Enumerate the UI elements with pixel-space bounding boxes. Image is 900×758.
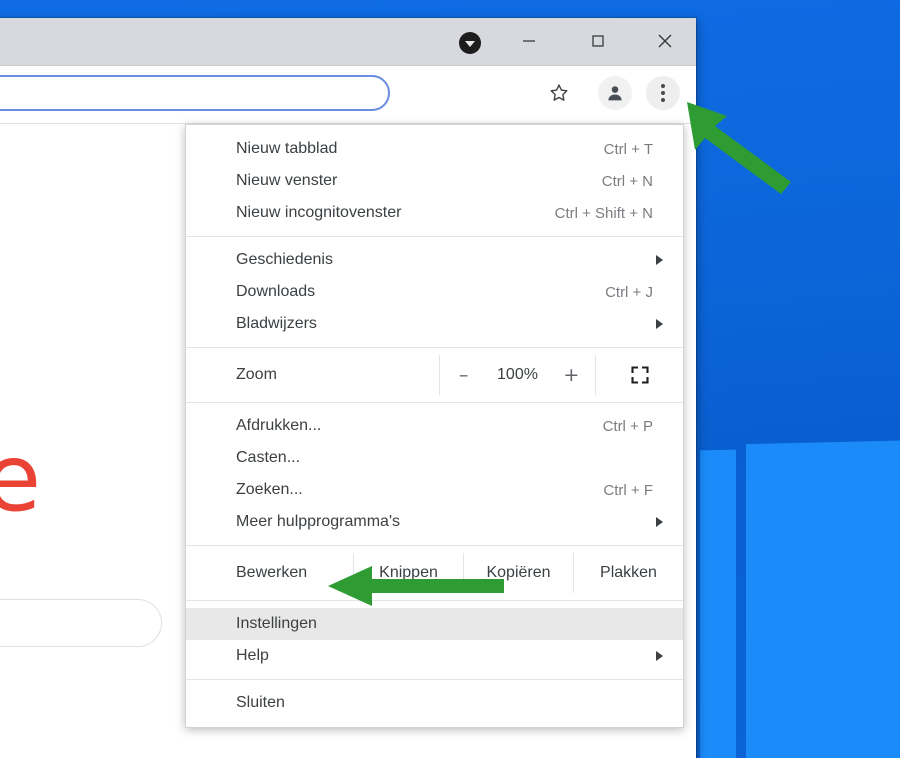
menu-item-label: Instellingen (236, 615, 317, 632)
menu-item-shortcut: Ctrl + N (601, 172, 653, 190)
screen-root: gle + ink to Nieuw tabblad Ctrl + T Nieu… (0, 0, 900, 758)
wallpaper-pane-top-left (700, 449, 736, 758)
bookmark-star-glyph (550, 84, 568, 101)
menu-separator-1 (186, 236, 683, 237)
menu-item-shortcut: Ctrl + Shift + N (554, 204, 653, 222)
three-dot-menu-icon[interactable] (646, 76, 680, 110)
close-button[interactable] (642, 18, 688, 64)
logo-letter-e: e (0, 424, 41, 532)
kebab-dot-2 (661, 91, 665, 95)
menu-item-label: Zoeken... (236, 481, 303, 498)
menu-item-label: Geschiedenis (236, 251, 333, 268)
menu-item-shortcut: Ctrl + J (605, 283, 653, 301)
menu-item-zoeken[interactable]: Zoeken... Ctrl + F (186, 474, 683, 506)
fullscreen-icon (630, 366, 649, 384)
menu-item-nieuw-tabblad[interactable]: Nieuw tabblad Ctrl + T (186, 133, 683, 165)
star-icon[interactable] (545, 79, 573, 107)
menu-item-label: Meer hulpprogramma's (236, 513, 401, 530)
menu-separator-6 (186, 679, 683, 680)
menu-item-label: Nieuw venster (236, 172, 338, 189)
zoom-in-button[interactable]: + (557, 364, 585, 386)
browser-toolbar (0, 66, 696, 123)
maximize-icon (592, 35, 604, 47)
menu-item-meer-hulpprogrammas[interactable]: Meer hulpprogramma's (186, 506, 683, 538)
menu-zoom-row: Zoom – 100% + (186, 355, 683, 395)
menu-item-label: Sluiten (236, 694, 285, 711)
menu-item-instellingen[interactable]: Instellingen (186, 608, 683, 640)
windows-logo-wallpaper (700, 432, 900, 758)
menu-item-nieuw-venster[interactable]: Nieuw venster Ctrl + N (186, 165, 683, 197)
menu-group-new: Nieuw tabblad Ctrl + T Nieuw venster Ctr… (186, 133, 683, 229)
chevron-right-icon (656, 517, 663, 527)
profile-avatar-icon (608, 86, 622, 101)
minimize-button[interactable] (506, 18, 552, 64)
menu-item-label: Casten... (236, 449, 301, 466)
zoom-level-value: 100% (497, 366, 538, 383)
window-titlebar (0, 18, 696, 66)
menu-item-shortcut: Ctrl + P (602, 417, 653, 435)
menu-item-shortcut: Ctrl + F (603, 481, 653, 499)
paste-button[interactable]: Plakken (573, 553, 683, 593)
menu-separator-4 (186, 545, 683, 546)
chevron-right-icon (656, 255, 663, 265)
address-bar[interactable] (0, 75, 390, 111)
green-arrow-to-settings (328, 566, 504, 606)
menu-item-label: Afdrukken... (236, 417, 322, 434)
menu-group-browse: Geschiedenis Downloads Ctrl + J Bladwijz… (186, 244, 683, 340)
wallpaper-pane-top-right (746, 439, 900, 758)
avatar[interactable] (598, 76, 632, 110)
search-input[interactable] (0, 599, 162, 647)
chevron-right-icon (656, 319, 663, 329)
menu-item-bladwijzers[interactable]: Bladwijzers (186, 308, 683, 340)
circle-chevron-down-icon[interactable] (459, 32, 481, 54)
menu-group-exit: Sluiten (186, 687, 683, 719)
menu-item-geschiedenis[interactable]: Geschiedenis (186, 244, 683, 276)
kebab-dot-3 (661, 98, 665, 102)
zoom-label: Zoom (236, 366, 277, 383)
menu-item-label: Downloads (236, 283, 316, 300)
menu-item-label: Nieuw incognitovenster (236, 204, 402, 221)
zoom-out-button[interactable]: – (450, 364, 478, 386)
menu-item-sluiten[interactable]: Sluiten (186, 687, 683, 719)
minimize-icon (523, 40, 535, 42)
menu-item-afdrukken[interactable]: Afdrukken... Ctrl + P (186, 410, 683, 442)
zoom-controls: – 100% + (439, 355, 596, 395)
google-logo: gle (0, 424, 41, 532)
menu-group-tools: Afdrukken... Ctrl + P Casten... Zoeken..… (186, 410, 683, 538)
menu-item-casten[interactable]: Casten... (186, 442, 683, 474)
menu-separator-3 (186, 402, 683, 403)
chevron-right-icon (656, 651, 663, 661)
chrome-main-menu: Nieuw tabblad Ctrl + T Nieuw venster Ctr… (185, 124, 684, 728)
menu-item-label: Nieuw tabblad (236, 140, 338, 157)
menu-group-settings: Instellingen Help (186, 608, 683, 672)
menu-item-label: Bladwijzers (236, 315, 317, 332)
menu-item-downloads[interactable]: Downloads Ctrl + J (186, 276, 683, 308)
maximize-button[interactable] (575, 18, 621, 64)
menu-item-nieuw-incognitovenster[interactable]: Nieuw incognitovenster Ctrl + Shift + N (186, 197, 683, 229)
close-icon (658, 34, 672, 48)
green-arrow-to-menu-button (687, 102, 791, 194)
menu-item-shortcut: Ctrl + T (603, 140, 653, 158)
menu-item-help[interactable]: Help (186, 640, 683, 672)
menu-separator-2 (186, 347, 683, 348)
kebab-dot-1 (661, 84, 665, 88)
menu-item-label: Help (236, 647, 269, 664)
fullscreen-button[interactable] (596, 355, 683, 395)
